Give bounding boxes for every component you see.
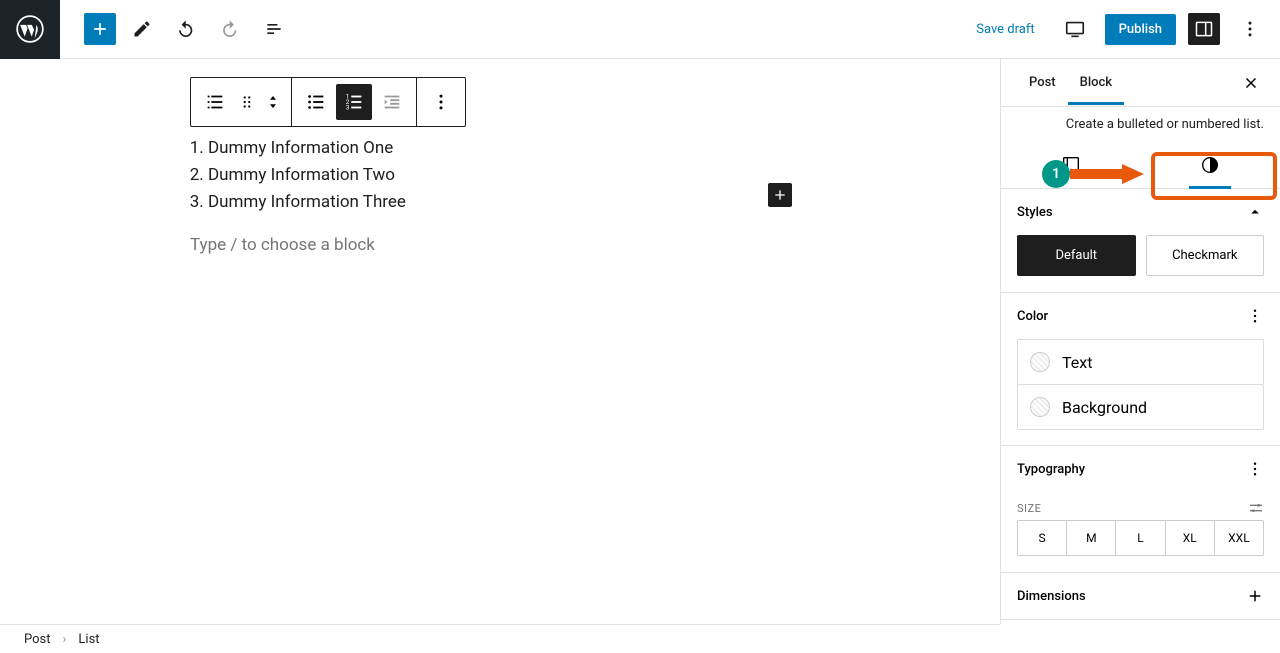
size-buttons: S M L XL XXL xyxy=(1017,520,1264,556)
inline-add-block-button[interactable] xyxy=(768,183,792,207)
redo-button[interactable] xyxy=(212,11,248,47)
block-description: Create a bulleted or numbered list. xyxy=(1001,107,1280,142)
close-sidebar-button[interactable] xyxy=(1238,70,1264,96)
main-area: 123 Dummy Information One Dummy Informat… xyxy=(0,59,1280,624)
drag-handle-icon[interactable] xyxy=(235,84,259,120)
tab-post[interactable]: Post xyxy=(1017,61,1068,104)
document-overview-button[interactable] xyxy=(256,11,292,47)
publish-button[interactable]: Publish xyxy=(1105,14,1176,45)
block-toolbar: 123 xyxy=(190,77,466,127)
style-default-button[interactable]: Default xyxy=(1017,235,1136,276)
editor-canvas[interactable]: 123 Dummy Information One Dummy Informat… xyxy=(0,59,1000,624)
plus-icon xyxy=(1246,587,1264,605)
dimensions-section-header[interactable]: Dimensions xyxy=(1001,573,1280,619)
block-type-icon[interactable] xyxy=(197,84,233,120)
more-options-button[interactable] xyxy=(423,84,459,120)
size-xl-button[interactable]: XL xyxy=(1166,521,1215,555)
undo-button[interactable] xyxy=(168,11,204,47)
size-s-button[interactable]: S xyxy=(1018,521,1067,555)
list-item[interactable]: Dummy Information Three xyxy=(208,189,1000,216)
list-item[interactable]: Dummy Information Two xyxy=(208,162,1000,189)
breadcrumb-post[interactable]: Post xyxy=(24,632,51,647)
color-swatch-icon xyxy=(1030,352,1050,372)
block-inspector-tabs xyxy=(1001,142,1280,189)
size-l-button[interactable]: L xyxy=(1116,521,1165,555)
editor-header: Save draft Publish xyxy=(0,0,1280,59)
outdent-button[interactable] xyxy=(374,84,410,120)
preview-button[interactable] xyxy=(1057,11,1093,47)
block-breadcrumb: Post › List xyxy=(0,624,1000,653)
move-up-down-icon[interactable] xyxy=(261,84,285,120)
settings-sidebar: Post Block Create a bulleted or numbered… xyxy=(1000,59,1280,624)
unordered-list-button[interactable] xyxy=(298,84,334,120)
color-background-row[interactable]: Background xyxy=(1017,384,1264,430)
chevron-right-icon: › xyxy=(63,632,67,647)
color-section-header[interactable]: Color xyxy=(1001,293,1280,339)
block-appender[interactable]: Type / to choose a block xyxy=(190,235,1000,255)
ordered-list-button[interactable]: 123 xyxy=(336,84,372,120)
size-label: SIZE xyxy=(1017,502,1041,515)
typography-section-header[interactable]: Typography xyxy=(1001,446,1280,492)
styles-subtab[interactable] xyxy=(1141,142,1280,189)
sliders-icon[interactable] xyxy=(1248,500,1264,516)
styles-section-header[interactable]: Styles xyxy=(1001,189,1280,235)
options-menu-button[interactable] xyxy=(1232,11,1268,47)
chevron-up-icon xyxy=(1246,203,1264,221)
header-right-tools: Save draft Publish xyxy=(966,11,1280,47)
dimensions-section: Dimensions xyxy=(1001,573,1280,620)
options-icon[interactable] xyxy=(1246,307,1264,325)
style-checkmark-button[interactable]: Checkmark xyxy=(1146,235,1265,276)
sidebar-tabs: Post Block xyxy=(1001,59,1280,107)
save-draft-button[interactable]: Save draft xyxy=(966,16,1044,43)
size-xxl-button[interactable]: XXL xyxy=(1215,521,1263,555)
wordpress-logo[interactable] xyxy=(0,0,60,59)
breadcrumb-list[interactable]: List xyxy=(78,632,99,647)
svg-text:3: 3 xyxy=(346,103,350,111)
edit-mode-button[interactable] xyxy=(124,11,160,47)
color-swatch-icon xyxy=(1030,397,1050,417)
size-m-button[interactable]: M xyxy=(1067,521,1116,555)
color-section: Color Text Background xyxy=(1001,293,1280,446)
header-left-tools xyxy=(60,11,292,47)
settings-subtab[interactable] xyxy=(1001,142,1141,189)
list-item[interactable]: Dummy Information One xyxy=(208,135,1000,162)
typography-section: Typography SIZE S M L XL XXL xyxy=(1001,446,1280,573)
options-icon[interactable] xyxy=(1246,460,1264,478)
styles-section: Styles Default Checkmark xyxy=(1001,189,1280,293)
add-block-button[interactable] xyxy=(84,13,116,45)
tab-block[interactable]: Block xyxy=(1068,61,1124,104)
settings-sidebar-toggle[interactable] xyxy=(1188,13,1220,45)
list-block[interactable]: Dummy Information One Dummy Information … xyxy=(188,135,1000,217)
color-text-row[interactable]: Text xyxy=(1017,339,1264,385)
